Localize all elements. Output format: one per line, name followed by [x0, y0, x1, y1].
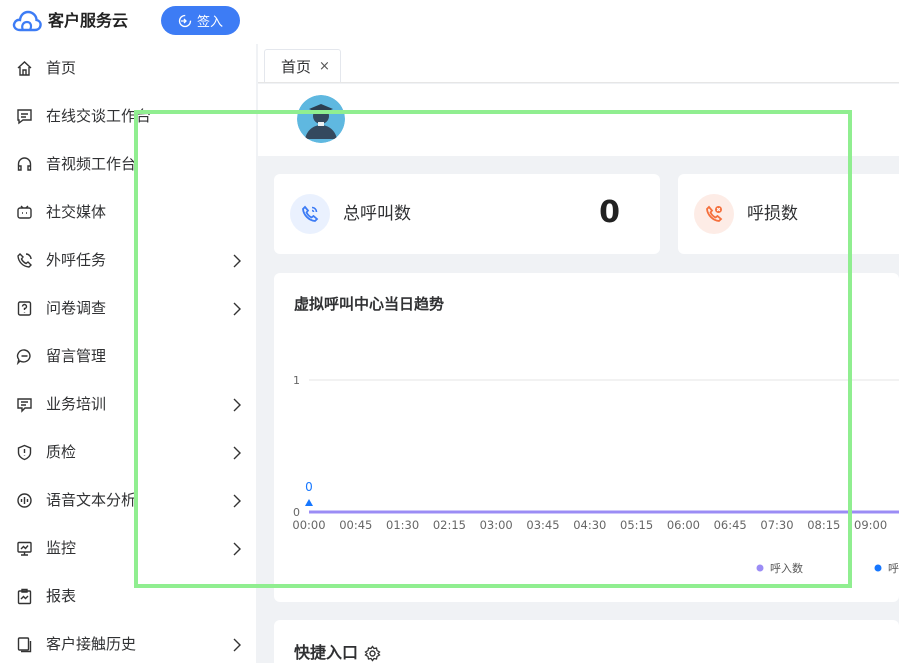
x-tick-label: 08:15 — [807, 518, 840, 532]
tabs-bar: 首页 × — [258, 44, 899, 83]
phone-call-icon — [290, 194, 330, 234]
welcome-banner — [258, 84, 899, 156]
close-icon[interactable]: × — [319, 59, 330, 74]
message-icon — [16, 348, 33, 365]
x-tick-label: 04:30 — [573, 518, 606, 532]
sidebar-item-label: 报表 — [46, 587, 77, 605]
stat-label: 呼损数 — [747, 204, 798, 224]
signin-button[interactable]: 签入 — [161, 6, 240, 35]
chevron-right-icon — [231, 254, 243, 268]
report-icon — [16, 588, 33, 605]
stat-card-missed-calls: 呼损数 — [678, 174, 899, 254]
top-bar: 客户服务云 签入 — [0, 0, 899, 44]
sidebar-item-contact-history[interactable]: 客户接触历史 — [0, 620, 256, 663]
sidebar-item-label: 语音文本分析 — [46, 491, 137, 509]
chevron-right-icon — [231, 638, 243, 652]
chevron-right-icon — [231, 494, 243, 508]
sidebar-item-label: 问卷调查 — [46, 299, 107, 317]
sidebar-item-voice-text-analysis[interactable]: 语音文本分析 — [0, 476, 256, 524]
x-tick-label: 05:15 — [620, 518, 653, 532]
sidebar-item-label: 音视频工作台 — [46, 155, 137, 173]
home-icon — [16, 60, 33, 77]
x-tick-label: 02:15 — [433, 518, 466, 532]
x-tick-label: 07:30 — [760, 518, 793, 532]
sidebar-item-monitor[interactable]: 监控 — [0, 524, 256, 572]
sidebar-item-label: 社交媒体 — [46, 203, 107, 221]
cloud-logo-icon — [12, 10, 42, 32]
voice-analysis-icon — [16, 492, 33, 509]
gear-icon[interactable] — [364, 644, 381, 662]
x-tick-label: 00:45 — [339, 518, 372, 532]
training-icon — [16, 396, 33, 413]
legend-label: 呼入数 — [770, 562, 803, 575]
sidebar-item-survey[interactable]: 问卷调查 — [0, 284, 256, 332]
y-tick-label: 1 — [293, 374, 300, 387]
legend-marker — [874, 564, 882, 572]
chat-icon — [16, 108, 33, 125]
stat-value: 0 — [599, 195, 620, 230]
x-tick-label: 03:45 — [526, 518, 559, 532]
avatar — [297, 95, 345, 143]
sidebar-item-quality-check[interactable]: 质检 — [0, 428, 256, 476]
sidebar-item-label: 首页 — [46, 59, 77, 77]
missed-call-icon — [694, 194, 734, 234]
sidebar-item-label: 监控 — [46, 539, 77, 557]
signin-icon — [178, 14, 192, 27]
sidebar-item-social-media[interactable]: 社交媒体 — [0, 188, 256, 236]
sidebar-item-label: 质检 — [46, 443, 77, 461]
sidebar-item-label: 留言管理 — [46, 347, 107, 365]
chevron-right-icon — [231, 302, 243, 316]
legend-marker — [756, 564, 764, 572]
sidebar-item-messages[interactable]: 留言管理 — [0, 332, 256, 380]
trend-line-chart: 0 1 00:00 00:45 01:30 02:15 03:00 03:45 04:30 05:… — [292, 374, 899, 575]
headset-icon — [16, 156, 33, 173]
phone-icon — [16, 252, 33, 269]
sidebar-item-training[interactable]: 业务培训 — [0, 380, 256, 428]
x-tick-label: 06:00 — [667, 518, 700, 532]
sidebar-item-online-chat[interactable]: 在线交谈工作台 — [0, 92, 256, 140]
x-tick-label: 03:00 — [480, 518, 513, 532]
x-tick-label: 01:30 — [386, 518, 419, 532]
survey-icon — [16, 300, 33, 317]
sidebar-item-label: 在线交谈工作台 — [46, 107, 152, 125]
sidebar-item-label: 业务培训 — [46, 395, 107, 413]
sidebar-item-home[interactable]: 首页 — [0, 44, 256, 92]
trend-chart-card: 虚拟呼叫中心当日趋势 0 1 00:00 00:45 01:30 02:15 03:00 03… — [274, 273, 899, 602]
signin-label: 签入 — [196, 15, 223, 30]
data-label: 0 — [305, 480, 313, 494]
tab-home[interactable]: 首页 × — [264, 49, 341, 82]
sidebar-item-outbound-task[interactable]: 外呼任务 — [0, 236, 256, 284]
shield-icon — [16, 444, 33, 461]
x-tick-label: 09:00 — [854, 518, 887, 532]
tab-label: 首页 — [281, 57, 312, 76]
quick-entry-title: 快捷入口 — [294, 642, 381, 663]
chevron-right-icon — [231, 398, 243, 412]
chevron-right-icon — [231, 446, 243, 460]
quick-entry-label: 快捷入口 — [294, 643, 359, 662]
sidebar-item-label: 客户接触历史 — [46, 635, 137, 653]
sidebar-item-reports[interactable]: 报表 — [0, 572, 256, 620]
legend-label: 呼 — [888, 562, 899, 575]
social-icon — [16, 204, 33, 221]
history-icon — [16, 636, 33, 653]
chevron-right-icon — [231, 542, 243, 556]
stat-label: 总呼叫数 — [343, 204, 411, 224]
quick-entry-card: 快捷入口 — [274, 620, 899, 663]
stat-card-total-calls: 总呼叫数 0 — [274, 174, 660, 254]
x-tick-label: 00:00 — [292, 518, 325, 532]
sidebar: 首页 在线交谈工作台 音视频工作台 社交媒体 外呼任务 问卷调查 留言管理 业务… — [0, 44, 256, 663]
app-title: 客户服务云 — [48, 11, 129, 30]
sidebar-item-label: 外呼任务 — [46, 251, 107, 269]
monitor-icon — [16, 540, 33, 557]
data-point-marker — [305, 499, 313, 506]
x-tick-label: 06:45 — [714, 518, 747, 532]
sidebar-item-av-workbench[interactable]: 音视频工作台 — [0, 140, 256, 188]
